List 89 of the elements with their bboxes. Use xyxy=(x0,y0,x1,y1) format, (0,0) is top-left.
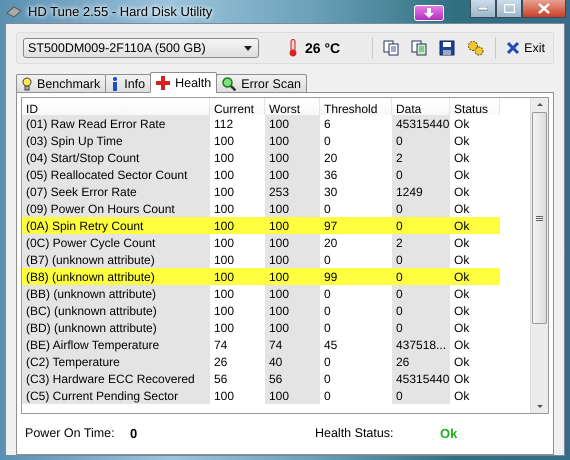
table-cell: 1249 xyxy=(392,183,450,200)
table-cell: (BE) Airflow Temperature xyxy=(22,336,210,353)
table-cell: (BD) (unknown attribute) xyxy=(22,319,210,336)
copy-all-button[interactable] xyxy=(409,40,430,56)
table-cell: 0 xyxy=(392,387,450,404)
health-status-value: Ok xyxy=(440,426,458,440)
minimize-icon xyxy=(478,6,488,10)
table-cell: (C2) Temperature xyxy=(22,353,210,370)
table-cell: (BC) (unknown attribute) xyxy=(22,302,210,319)
tab[interactable]: Info xyxy=(105,74,152,93)
table-cell: 2 xyxy=(392,149,450,166)
table-cell: 56 xyxy=(265,370,320,387)
table-cell: 0 xyxy=(392,251,450,268)
copy-button[interactable] xyxy=(381,40,402,56)
table-cell: 0 xyxy=(392,166,450,183)
exit-button[interactable]: Exit xyxy=(504,41,547,55)
table-cell: 100 xyxy=(265,302,320,319)
temperature-reading: 26 °C xyxy=(305,40,340,56)
caret-icon xyxy=(244,46,252,50)
tab[interactable]: Benchmark xyxy=(16,74,106,93)
table-cell: 99 xyxy=(320,268,392,285)
table-cell: (03) Spin Up Time xyxy=(22,132,210,149)
table-cell: (09) Power On Hours Count xyxy=(22,200,210,217)
table-cell: 0 xyxy=(392,302,450,319)
table-cell: 100 xyxy=(210,268,265,285)
table-cell: Ok xyxy=(450,268,500,285)
power-on-time-value: 0 xyxy=(130,426,138,440)
table-cell: (0A) Spin Retry Count xyxy=(22,217,210,234)
table-cell: 0 xyxy=(392,268,450,285)
table-cell: 45315440 xyxy=(392,115,450,132)
table-cell: 253 xyxy=(265,183,320,200)
table-cell: (C5) Current Pending Sector xyxy=(22,387,210,404)
table-cell: Ok xyxy=(450,217,500,234)
lightbulb-icon xyxy=(22,76,32,90)
table-cell: (05) Reallocated Sector Count xyxy=(22,166,210,183)
table-cell: 100 xyxy=(265,268,320,285)
health-cross-icon xyxy=(156,76,170,90)
minimize-button[interactable] xyxy=(470,0,496,18)
table-cell: (B8) (unknown attribute) xyxy=(22,268,210,285)
table-cell: 2 xyxy=(392,234,450,251)
table-cell: 26 xyxy=(392,353,450,370)
table-cell: 100 xyxy=(265,387,320,404)
table-cell: 100 xyxy=(265,251,320,268)
table-cell: 100 xyxy=(265,319,320,336)
close-icon xyxy=(538,3,550,14)
table-cell: 100 xyxy=(210,217,265,234)
table-cell: 0 xyxy=(392,217,450,234)
window-title: HD Tune 2.55 - Hard Disk Utility xyxy=(28,4,212,19)
table-cell: 0 xyxy=(392,319,450,336)
close-button[interactable] xyxy=(522,0,566,18)
table-cell: 100 xyxy=(265,166,320,183)
table-cell: 0 xyxy=(392,200,450,217)
power-on-time-label: Power On Time: xyxy=(25,426,116,440)
grip-icon xyxy=(536,216,543,220)
table-cell: (BB) (unknown attribute) xyxy=(22,285,210,302)
thermometer-icon xyxy=(289,39,297,57)
table-cell: 100 xyxy=(265,115,320,132)
maximize-button[interactable] xyxy=(496,0,522,18)
table-cell: 100 xyxy=(265,149,320,166)
table-cell: 0 xyxy=(392,132,450,149)
table-cell: (04) Start/Stop Count xyxy=(22,149,210,166)
table-cell: 0 xyxy=(392,285,450,302)
table-cell: 437518... xyxy=(392,336,450,353)
drive-dropdown[interactable]: ST500DM009-2F110A (500 GB) xyxy=(23,38,259,58)
table-cell: 97 xyxy=(320,217,392,234)
table-cell: 100 xyxy=(265,132,320,149)
table-cell: (01) Raw Read Error Rate xyxy=(22,115,210,132)
save-button[interactable] xyxy=(437,40,458,56)
download-arrow-icon xyxy=(423,8,435,18)
table-cell: 74 xyxy=(265,336,320,353)
table-cell: 100 xyxy=(265,234,320,251)
table-cell: 100 xyxy=(265,200,320,217)
table-cell: 100 xyxy=(265,285,320,302)
scrollbar[interactable] xyxy=(530,98,548,413)
search-icon xyxy=(222,76,236,90)
tab[interactable]: Health xyxy=(150,72,218,93)
tab[interactable]: Error Scan xyxy=(216,74,307,93)
table-cell: 45315440 xyxy=(392,370,450,387)
table-cell: 40 xyxy=(265,353,320,370)
download-button[interactable] xyxy=(414,5,444,21)
info-icon xyxy=(111,76,120,90)
close-icon xyxy=(506,41,520,55)
maximize-icon xyxy=(504,4,514,13)
table-cell: (B7) (unknown attribute) xyxy=(22,251,210,268)
table-cell: (0C) Power Cycle Count xyxy=(22,234,210,251)
table-cell: (C3) Hardware ECC Recovered xyxy=(22,370,210,387)
table-cell: (07) Seek Error Rate xyxy=(22,183,210,200)
table-cell: 100 xyxy=(265,217,320,234)
health-status-label: Health Status: xyxy=(315,426,395,440)
